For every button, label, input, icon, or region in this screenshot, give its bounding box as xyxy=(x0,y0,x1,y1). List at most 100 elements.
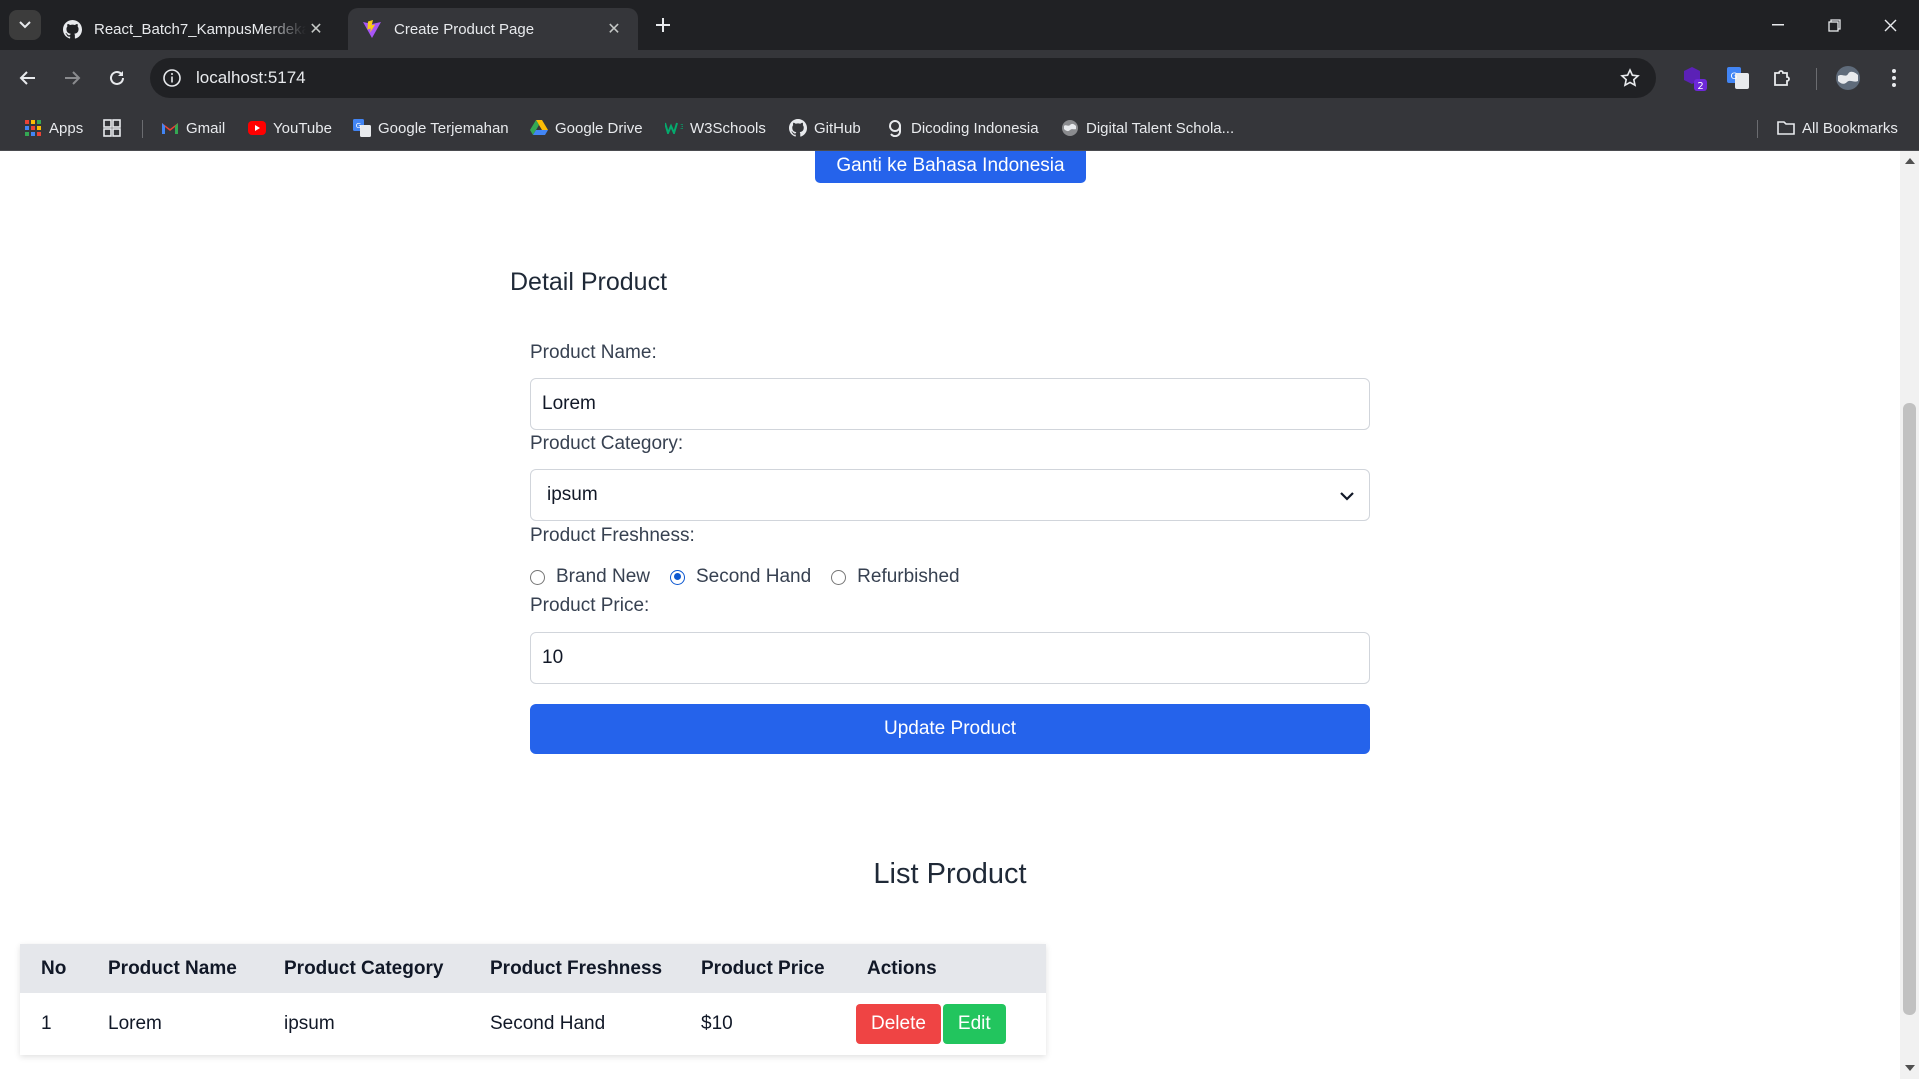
product-table: No Product Name Product Category Product… xyxy=(20,944,1046,1055)
product-category-label: Product Category: xyxy=(530,433,684,454)
bookmarks-bar: Apps Gmail YouTube G Google Terjemahan G… xyxy=(0,106,1919,151)
delete-button[interactable]: Delete xyxy=(856,1004,941,1044)
bookmark-label: Apps xyxy=(49,119,84,137)
w3schools-icon: 3 xyxy=(665,119,683,137)
bookmark-youtube[interactable]: YouTube xyxy=(248,117,332,139)
bookmark-divider xyxy=(1757,120,1758,138)
vite-icon xyxy=(362,19,382,39)
chevron-down-icon xyxy=(1339,488,1355,504)
extension-badge: 2 xyxy=(1697,81,1703,92)
tab-create-product-page[interactable]: Create Product Page ✕ xyxy=(348,8,638,50)
extensions-puzzle-icon[interactable] xyxy=(1768,64,1796,92)
bookmark-label: YouTube xyxy=(273,119,332,137)
globe-icon xyxy=(1061,119,1079,137)
radio-refurbished[interactable]: Refurbished xyxy=(831,566,960,588)
arrow-right-icon xyxy=(65,71,81,85)
column-header-product-category: Product Category xyxy=(284,957,444,979)
scrollbar-thumb[interactable] xyxy=(1903,403,1916,1015)
new-tab-button[interactable] xyxy=(650,12,676,38)
cell-actions: Delete Edit xyxy=(846,993,1046,1055)
bookmark-google-drive[interactable]: Google Drive xyxy=(530,117,643,139)
minimize-icon xyxy=(1772,24,1784,26)
reload-button[interactable] xyxy=(101,62,133,94)
page-viewport: Ganti ke Bahasa Indonesia Detail Product… xyxy=(0,151,1900,1079)
tab-search-button[interactable] xyxy=(9,10,41,40)
all-bookmarks-button[interactable]: All Bookmarks xyxy=(1777,117,1898,139)
product-price-label: Product Price: xyxy=(530,595,650,616)
scroll-up-arrow-icon[interactable] xyxy=(1905,158,1915,164)
tab-title: Create Product Page xyxy=(394,20,535,38)
bookmark-w3schools[interactable]: 3 W3Schools xyxy=(665,117,766,139)
tab-title: React_Batch7_KampusMerdeka_ xyxy=(94,20,306,38)
table-row: 1 Lorem ipsum Second Hand $10 Delete Edit xyxy=(20,993,1046,1055)
close-icon[interactable]: ✕ xyxy=(306,19,326,39)
arrow-left-icon xyxy=(19,71,35,85)
tab-react-batch[interactable]: React_Batch7_KampusMerdeka_ ✕ xyxy=(48,8,340,50)
google-translate-extension-icon[interactable]: G xyxy=(1724,64,1752,92)
scroll-down-arrow-icon[interactable] xyxy=(1905,1065,1915,1071)
bookmark-label: Google Drive xyxy=(555,119,643,137)
bookmark-star-icon[interactable] xyxy=(1618,66,1642,90)
page-scrollbar[interactable] xyxy=(1900,151,1919,1079)
product-category-select[interactable]: ipsum xyxy=(530,469,1370,521)
close-icon[interactable]: ✕ xyxy=(604,19,624,39)
column-header-product-freshness: Product Freshness xyxy=(490,957,663,979)
radio-button-checked[interactable] xyxy=(670,569,685,585)
bookmark-label: Dicoding Indonesia xyxy=(911,119,1039,137)
bookmark-apps[interactable]: Apps xyxy=(24,117,83,139)
google-translate-icon: G xyxy=(353,119,371,137)
bookmark-label: Digital Talent Schola... xyxy=(1086,119,1235,137)
bookmark-google-terjemahan[interactable]: G Google Terjemahan xyxy=(353,117,509,139)
google-drive-icon xyxy=(530,119,548,137)
product-price-value: 10 xyxy=(542,647,564,668)
close-window-button[interactable] xyxy=(1862,0,1918,50)
tab-groups-button[interactable] xyxy=(103,117,128,139)
bookmark-label: W3Schools xyxy=(690,119,766,137)
freshness-radio-group: Brand New Second Hand Refurbished xyxy=(530,564,980,590)
product-name-value: Lorem xyxy=(542,393,596,414)
restore-icon xyxy=(1827,18,1841,32)
radio-button[interactable] xyxy=(831,569,847,585)
extension-hexagon-icon[interactable]: 2 xyxy=(1680,64,1708,92)
chevron-down-icon xyxy=(19,21,31,29)
language-toggle-button[interactable]: Ganti ke Bahasa Indonesia xyxy=(815,151,1086,183)
product-name-input[interactable]: Lorem xyxy=(530,378,1370,430)
restore-button[interactable] xyxy=(1806,0,1862,50)
url-text: localhost:5174 xyxy=(196,68,306,87)
form-title: Detail Product xyxy=(510,268,668,296)
radio-brand-new[interactable]: Brand New xyxy=(530,566,650,588)
more-menu-icon[interactable] xyxy=(1880,64,1908,92)
browser-tab-strip: React_Batch7_KampusMerdeka_ ✕ Create Pro… xyxy=(0,0,1919,50)
product-category-value: ipsum xyxy=(547,484,598,505)
github-icon xyxy=(789,119,807,137)
address-bar[interactable]: localhost:5174 xyxy=(150,58,1656,98)
forward-button[interactable] xyxy=(56,62,88,94)
product-price-input[interactable]: 10 xyxy=(530,632,1370,684)
svg-text:G: G xyxy=(356,122,361,130)
profile-avatar-icon[interactable] xyxy=(1834,64,1862,92)
column-header-actions: Actions xyxy=(867,957,937,979)
bookmark-gmail[interactable]: Gmail xyxy=(161,117,225,139)
column-header-product-price: Product Price xyxy=(701,957,825,979)
radio-label: Second Hand xyxy=(696,566,812,587)
bookmark-label: GitHub xyxy=(814,119,861,137)
svg-text:3: 3 xyxy=(680,123,683,131)
edit-button[interactable]: Edit xyxy=(942,1004,1006,1044)
column-header-no: No xyxy=(41,957,67,979)
minimize-button[interactable] xyxy=(1750,0,1806,50)
bookmark-dicoding[interactable]: Dicoding Indonesia xyxy=(886,117,1039,139)
list-title: List Product xyxy=(873,858,1027,890)
plus-icon xyxy=(656,18,670,32)
radio-button[interactable] xyxy=(530,569,545,585)
svg-text:G: G xyxy=(1731,72,1738,82)
dicoding-icon xyxy=(886,119,904,137)
close-icon xyxy=(1884,19,1896,31)
back-button[interactable] xyxy=(12,62,44,94)
radio-second-hand[interactable]: Second Hand xyxy=(670,566,811,588)
update-product-button[interactable]: Update Product xyxy=(530,704,1370,754)
gmail-icon xyxy=(161,119,179,137)
bookmark-digital-talent[interactable]: Digital Talent Schola... xyxy=(1061,117,1234,139)
site-info-icon[interactable] xyxy=(160,66,184,90)
bookmark-github[interactable]: GitHub xyxy=(789,117,861,139)
reload-icon xyxy=(110,70,124,85)
